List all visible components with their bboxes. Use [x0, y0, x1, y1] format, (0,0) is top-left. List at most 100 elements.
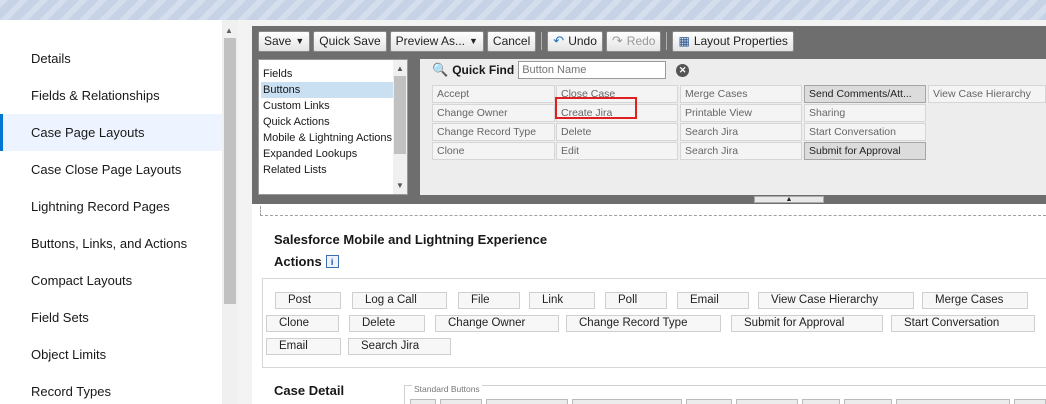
preview-as-label: Preview As... [395, 34, 465, 48]
action-button[interactable]: Clone [266, 315, 339, 332]
action-button[interactable]: Log a Call [352, 292, 447, 309]
palette-button[interactable]: Search Jira [680, 123, 802, 141]
standard-button[interactable] [802, 399, 840, 404]
palette-button[interactable]: Printable View [680, 104, 802, 122]
scroll-up-arrow-icon[interactable]: ▲ [396, 64, 404, 73]
standard-button[interactable] [440, 399, 482, 404]
category-buttons[interactable]: Buttons [261, 82, 393, 98]
standard-button[interactable] [572, 399, 682, 404]
action-button[interactable]: Email [266, 338, 341, 355]
action-button[interactable]: Email [677, 292, 749, 309]
category-fields[interactable]: Fields [261, 66, 393, 82]
undo-button[interactable]: ↶ Undo [547, 30, 603, 52]
page-layout-canvas: Salesforce Mobile and Lightning Experien… [252, 204, 1046, 404]
quick-find-input[interactable] [518, 61, 667, 79]
action-button[interactable]: Submit for Approval [731, 315, 883, 332]
quick-find: 🔍 Quick Find ✕ [432, 61, 690, 79]
palette-button[interactable]: Change Owner [432, 104, 555, 122]
standard-button[interactable] [686, 399, 732, 404]
sidebar-item-details[interactable]: Details [0, 40, 222, 77]
cancel-button[interactable]: Cancel [486, 30, 537, 52]
action-button[interactable]: Start Conversation [891, 315, 1035, 332]
action-button[interactable]: View Case Hierarchy [758, 292, 914, 309]
toolbar-divider [666, 32, 668, 50]
category-related-lists[interactable]: Related Lists [261, 162, 393, 178]
standard-button[interactable] [736, 399, 798, 404]
layout-properties-icon: ▦ [678, 34, 690, 48]
category-custom-links[interactable]: Custom Links [261, 98, 393, 114]
action-button[interactable]: Poll [605, 292, 667, 309]
palette-bottom-bar: ▲ [252, 195, 1046, 204]
standard-button[interactable] [486, 399, 568, 404]
layout-properties-label: Layout Properties [693, 34, 788, 48]
category-quick-actions[interactable]: Quick Actions [261, 114, 393, 130]
action-button[interactable]: File [458, 292, 520, 309]
palette-button[interactable]: Edit [556, 142, 678, 160]
palette-button[interactable]: View Case Hierarchy [928, 85, 1046, 103]
redo-label: Redo [626, 34, 656, 48]
action-button[interactable]: Change Record Type [566, 315, 721, 332]
undo-icon: ↶ [553, 33, 565, 48]
standard-button[interactable] [1014, 399, 1046, 404]
undo-label: Undo [568, 34, 597, 48]
editor-toolbar: Save ▼ Quick Save Preview As... ▼ Cancel… [258, 30, 794, 52]
palette-button[interactable]: Submit for Approval [804, 142, 926, 160]
object-manager-sidebar: Details Fields & Relationships Case Page… [0, 20, 222, 404]
quick-find-label: Quick Find [452, 63, 515, 77]
palette-button[interactable]: Start Conversation [804, 123, 926, 141]
palette-button[interactable]: Sharing [804, 104, 926, 122]
section-title: Salesforce Mobile and Lightning Experien… [274, 232, 548, 247]
palette-button[interactable]: Send Comments/Att... [804, 85, 926, 103]
save-label: Save [264, 34, 292, 48]
sidebar-item-case-page-layouts[interactable]: Case Page Layouts [0, 114, 222, 151]
scroll-up-arrow-icon[interactable]: ▲ [225, 26, 233, 35]
palette-button[interactable]: Merge Cases [680, 85, 802, 103]
clear-search-icon[interactable]: ✕ [676, 63, 690, 77]
layout-properties-button[interactable]: ▦ Layout Properties [672, 30, 794, 52]
previous-section-border [260, 206, 1046, 216]
sidebar-item-object-limits[interactable]: Object Limits [0, 336, 222, 373]
action-button[interactable]: Change Owner [435, 315, 559, 332]
magnifier-icon: 🔍 [432, 62, 449, 77]
info-icon[interactable]: i [325, 255, 339, 268]
sidebar-scroll-thumb[interactable] [224, 38, 236, 304]
category-scroll-thumb[interactable] [394, 76, 406, 154]
palette-button[interactable]: Clone [432, 142, 555, 160]
action-button[interactable]: Search Jira [348, 338, 451, 355]
quick-save-button[interactable]: Quick Save [313, 30, 387, 52]
action-button[interactable]: Post [275, 292, 341, 309]
sidebar-item-case-close-page-layouts[interactable]: Case Close Page Layouts [0, 151, 222, 188]
preview-dropdown-icon: ▼ [469, 36, 478, 46]
standard-button[interactable] [844, 399, 892, 404]
category-scrollbar[interactable]: ▲ ▼ [393, 60, 407, 194]
category-mobile-lightning-actions[interactable]: Mobile & Lightning Actions [261, 130, 393, 146]
case-detail-section-title: Case Detail [274, 383, 345, 398]
sidebar-item-buttons-links-actions[interactable]: Buttons, Links, and Actions [0, 225, 222, 262]
palette-category-list: Fields Buttons Custom Links Quick Action… [258, 59, 408, 195]
layout-editor-palette: Save ▼ Quick Save Preview As... ▼ Cancel… [252, 26, 1046, 204]
sidebar-item-compact-layouts[interactable]: Compact Layouts [0, 262, 222, 299]
palette-button[interactable]: Accept [432, 85, 555, 103]
action-button[interactable]: Link [529, 292, 595, 309]
palette-items-panel: 🔍 Quick Find ✕ Accept Close Case Merge C… [420, 59, 1046, 195]
sidebar-scrollbar[interactable]: ▲ [222, 20, 238, 404]
palette-button[interactable]: Search Jira [680, 142, 802, 160]
top-header-strip [0, 0, 1046, 20]
standard-button[interactable] [896, 399, 1010, 404]
sidebar-item-lightning-record-pages[interactable]: Lightning Record Pages [0, 188, 222, 225]
sidebar-item-field-sets[interactable]: Field Sets [0, 299, 222, 336]
save-button[interactable]: Save ▼ [258, 30, 311, 52]
palette-button[interactable]: Change Record Type [432, 123, 555, 141]
save-dropdown-icon[interactable]: ▼ [295, 36, 304, 46]
category-expanded-lookups[interactable]: Expanded Lookups [261, 146, 393, 162]
sidebar-item-record-types[interactable]: Record Types [0, 373, 222, 404]
standard-button[interactable] [410, 399, 436, 404]
scroll-down-arrow-icon[interactable]: ▼ [396, 181, 404, 190]
palette-button[interactable]: Delete [556, 123, 678, 141]
action-button[interactable]: Delete [349, 315, 425, 332]
action-button[interactable]: Merge Cases [922, 292, 1028, 309]
preview-as-button[interactable]: Preview As... ▼ [389, 30, 484, 52]
collapse-palette-handle[interactable]: ▲ [754, 196, 824, 203]
redo-button[interactable]: ↷ Redo [605, 30, 662, 52]
sidebar-item-fields-relationships[interactable]: Fields & Relationships [0, 77, 222, 114]
